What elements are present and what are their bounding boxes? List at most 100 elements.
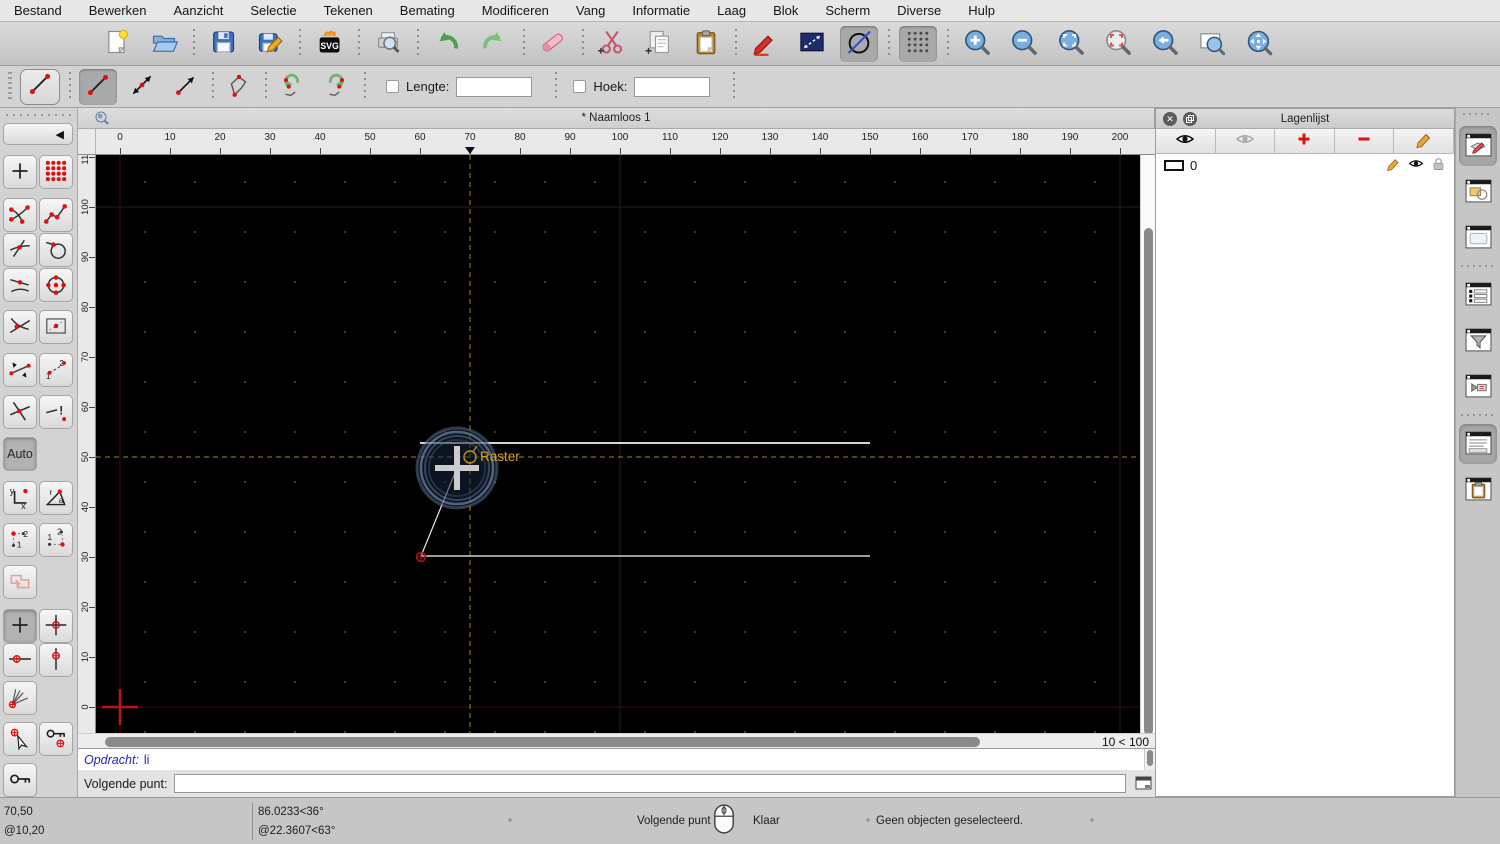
vertical-scrollbar-thumb[interactable] xyxy=(1144,228,1153,735)
snap-nearest-button[interactable] xyxy=(3,268,37,302)
ortho-mode-button[interactable] xyxy=(3,565,37,599)
paste-button[interactable] xyxy=(687,26,725,62)
point-numbered-horizontal-button[interactable]: 12 xyxy=(39,523,73,557)
redo-button[interactable] xyxy=(475,26,513,62)
zoom-out-button[interactable] xyxy=(1005,26,1043,62)
coord-cartesian-button[interactable]: yx xyxy=(3,481,37,515)
construction-hline-button[interactable] xyxy=(3,643,37,677)
snap-window-button[interactable] xyxy=(39,310,73,344)
collapse-palette-button[interactable]: ◀ xyxy=(3,123,73,145)
undo-button[interactable] xyxy=(428,26,466,62)
menu-scherm[interactable]: Scherm xyxy=(825,3,870,18)
export-svg-button[interactable]: SVG xyxy=(310,26,348,62)
ellipse-line-mode-button[interactable] xyxy=(840,25,878,62)
float-panel-button[interactable] xyxy=(1183,112,1197,126)
layer-lock-button[interactable] xyxy=(1431,157,1446,174)
snap-perpendicular-button[interactable] xyxy=(3,310,37,344)
menu-selectie[interactable]: Selectie xyxy=(250,3,296,18)
zoom-in-button[interactable] xyxy=(958,26,996,62)
grid-toggle-button[interactable] xyxy=(899,25,937,62)
polyline-tool-button[interactable] xyxy=(220,69,258,105)
delete-eraser-button[interactable] xyxy=(534,26,572,62)
auto-snap-button[interactable]: Auto xyxy=(3,437,37,471)
zoom-previous-button[interactable] xyxy=(1146,26,1184,62)
snap-polyline-points-button[interactable] xyxy=(39,198,73,232)
copy-button[interactable] xyxy=(640,26,678,62)
snap-grid-button[interactable] xyxy=(39,155,73,189)
menu-blok[interactable]: Blok xyxy=(773,3,798,18)
virtual-keypad-button[interactable] xyxy=(1133,775,1153,793)
menu-diverse[interactable]: Diverse xyxy=(897,3,941,18)
menu-hulp[interactable]: Hulp xyxy=(968,3,995,18)
grid-plus-button[interactable] xyxy=(3,609,37,643)
horizontal-scrollbar-thumb[interactable] xyxy=(105,737,980,747)
palette-drag-handle[interactable] xyxy=(6,114,71,119)
construction-cross-button[interactable] xyxy=(39,609,73,643)
snap-endpoint-button[interactable] xyxy=(3,198,37,232)
prompt-input[interactable] xyxy=(174,774,1127,793)
menu-vang[interactable]: Vang xyxy=(576,3,605,18)
edit-layer-pencil-sm-button[interactable] xyxy=(1386,156,1401,174)
panel-command-toggle-button[interactable] xyxy=(1459,424,1497,464)
menu-laag[interactable]: Laag xyxy=(717,3,746,18)
menu-bemating[interactable]: Bemating xyxy=(400,3,455,18)
menu-tekenen[interactable]: Tekenen xyxy=(324,3,373,18)
undo-point-button[interactable] xyxy=(273,69,311,105)
snap-tangent-button[interactable] xyxy=(39,233,73,267)
document-title-bar[interactable]: * Naamloos 1 xyxy=(78,108,1154,129)
panel-properties-toggle-button[interactable] xyxy=(1459,218,1497,258)
layer-color-swatch[interactable] xyxy=(1164,159,1184,171)
menu-informatie[interactable]: Informatie xyxy=(632,3,690,18)
coord-polar-button[interactable]: ra xyxy=(39,481,73,515)
point-numbered-vertical-button[interactable]: 12 xyxy=(3,523,37,557)
panel-layers-toggle-button[interactable] xyxy=(1459,126,1497,166)
command-history-scrollbar[interactable] xyxy=(1144,749,1155,771)
panel-clipboard-toggle-button[interactable] xyxy=(1459,470,1497,510)
length-input[interactable] xyxy=(456,76,533,97)
show-layer-eye-disabled-button[interactable] xyxy=(1216,129,1276,153)
redo-point-button[interactable] xyxy=(317,69,355,105)
menu-bewerken[interactable]: Bewerken xyxy=(89,3,147,18)
key-lock-button[interactable] xyxy=(3,763,37,797)
panel-views-toggle-button[interactable] xyxy=(1459,367,1497,407)
sketch-pencil-button[interactable] xyxy=(746,26,784,62)
zoom-window-button[interactable] xyxy=(1193,26,1231,62)
angle-input[interactable] xyxy=(634,76,711,97)
save-as-button[interactable] xyxy=(251,26,289,62)
snap-cursor-button[interactable] xyxy=(3,722,37,756)
dimension-tool-button[interactable] xyxy=(793,26,831,62)
snap-center-button[interactable] xyxy=(39,268,73,302)
save-button[interactable] xyxy=(204,26,242,62)
remove-layer-button[interactable] xyxy=(1335,129,1395,153)
vertical-scrollbar[interactable] xyxy=(1140,155,1155,735)
protractor-button[interactable] xyxy=(3,681,37,715)
current-tool-indicator[interactable] xyxy=(20,68,60,105)
zoom-fit-button[interactable] xyxy=(1052,26,1090,62)
length-checkbox[interactable] xyxy=(386,80,399,93)
new-document-button[interactable] xyxy=(98,26,136,62)
layer-visibility-eye-button[interactable] xyxy=(1408,157,1424,173)
close-panel-button[interactable]: ✕ xyxy=(1163,112,1177,126)
snap-plus-button[interactable] xyxy=(3,155,37,189)
line-arrow-button[interactable] xyxy=(167,69,205,105)
panel-lists-toggle-button[interactable] xyxy=(1459,275,1497,315)
drawing-canvas[interactable]: Raster xyxy=(96,155,1140,733)
snap-invisible-intersection-button[interactable]: ! xyxy=(39,395,73,429)
snap-cross-button[interactable] xyxy=(3,395,37,429)
menu-aanzicht[interactable]: Aanzicht xyxy=(174,3,224,18)
menu-modificeren[interactable]: Modificeren xyxy=(482,3,549,18)
snap-intersection-button[interactable] xyxy=(3,233,37,267)
layer-row[interactable]: 0 xyxy=(1156,154,1454,176)
cut-button[interactable] xyxy=(593,26,631,62)
snap-divide-button[interactable]: 12 xyxy=(39,353,73,387)
add-layer-button[interactable] xyxy=(1275,129,1335,153)
pan-view-button[interactable] xyxy=(1240,26,1278,62)
line-both-arrows-button[interactable] xyxy=(123,69,161,105)
snap-extend-button[interactable] xyxy=(3,353,37,387)
menu-bestand[interactable]: Bestand xyxy=(14,3,62,18)
key-point-button[interactable] xyxy=(39,722,73,756)
show-layer-eye-button[interactable] xyxy=(1156,129,1216,153)
angle-checkbox[interactable] xyxy=(573,80,587,93)
horizontal-scrollbar[interactable]: 10 < 100 xyxy=(78,733,1155,749)
edit-layer-pencil-button[interactable] xyxy=(1394,129,1454,153)
